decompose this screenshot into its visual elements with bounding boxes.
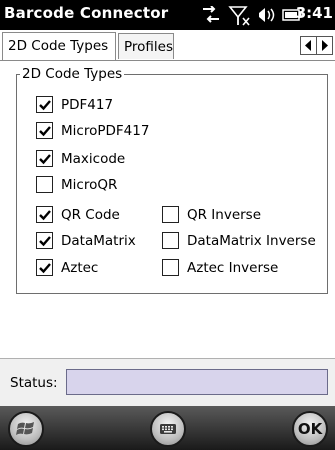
triangle-right-icon — [322, 40, 328, 51]
checkbox-label: DataMatrix Inverse — [187, 233, 316, 249]
checkbox-box[interactable] — [36, 232, 53, 249]
status-bar: Status: — [0, 358, 335, 407]
keyboard-button[interactable] — [150, 411, 186, 447]
data-connection-icon[interactable] — [200, 6, 222, 24]
checkmark-icon — [38, 262, 51, 273]
checkbox-box[interactable] — [36, 122, 53, 139]
keyboard-icon — [160, 424, 176, 434]
checkbox-box[interactable] — [36, 150, 53, 167]
checkbox-box[interactable] — [162, 206, 179, 223]
checkbox-label: DataMatrix — [61, 233, 136, 249]
tab-scroll-left-button[interactable] — [300, 36, 317, 55]
tab-label: Profiles — [124, 39, 174, 55]
checkbox-box[interactable] — [36, 176, 53, 193]
tab-scroll-right-button[interactable] — [316, 36, 333, 55]
checkbox-label: QR Code — [61, 207, 120, 223]
checkbox-box[interactable] — [36, 206, 53, 223]
group-legend: 2D Code Types — [20, 66, 125, 82]
ok-button[interactable]: OK — [292, 411, 328, 447]
windows-logo-icon — [16, 422, 34, 435]
checkbox-label: Aztec — [61, 260, 99, 276]
triangle-left-icon — [305, 40, 311, 51]
checkbox-label: Aztec Inverse — [187, 260, 279, 276]
checkbox-label: Maxicode — [61, 151, 126, 167]
tab-2d-code-types[interactable]: 2D Code Types — [2, 32, 116, 60]
clock[interactable]: 3:41 — [296, 4, 333, 22]
checkbox-box[interactable] — [162, 232, 179, 249]
checkbox-box[interactable] — [36, 259, 53, 276]
checkmark-icon — [38, 125, 51, 136]
checkbox-label: PDF417 — [61, 97, 114, 113]
start-button[interactable] — [8, 411, 44, 447]
checkbox-label: QR Inverse — [187, 207, 262, 223]
title-bar: Barcode Connector 3:41 — [0, 0, 335, 30]
tab-profiles[interactable]: Profiles — [118, 33, 174, 59]
softkey-bar: OK — [0, 406, 335, 450]
checkbox-label: MicroQR — [61, 177, 118, 193]
checkbox-box[interactable] — [162, 259, 179, 276]
volume-icon[interactable] — [256, 6, 278, 24]
checkmark-icon — [38, 153, 51, 164]
status-field[interactable] — [66, 369, 328, 395]
checkmark-icon — [38, 99, 51, 110]
checkmark-icon — [38, 209, 51, 220]
tab-strip: 2D Code Types Profiles — [0, 30, 335, 61]
checkmark-icon — [38, 235, 51, 246]
app-title: Barcode Connector — [4, 4, 169, 22]
signal-off-icon[interactable] — [228, 6, 252, 26]
tab-label: 2D Code Types — [8, 38, 109, 54]
checkbox-box[interactable] — [36, 96, 53, 113]
checkbox-label: MicroPDF417 — [61, 123, 150, 139]
status-label: Status: — [10, 375, 58, 391]
